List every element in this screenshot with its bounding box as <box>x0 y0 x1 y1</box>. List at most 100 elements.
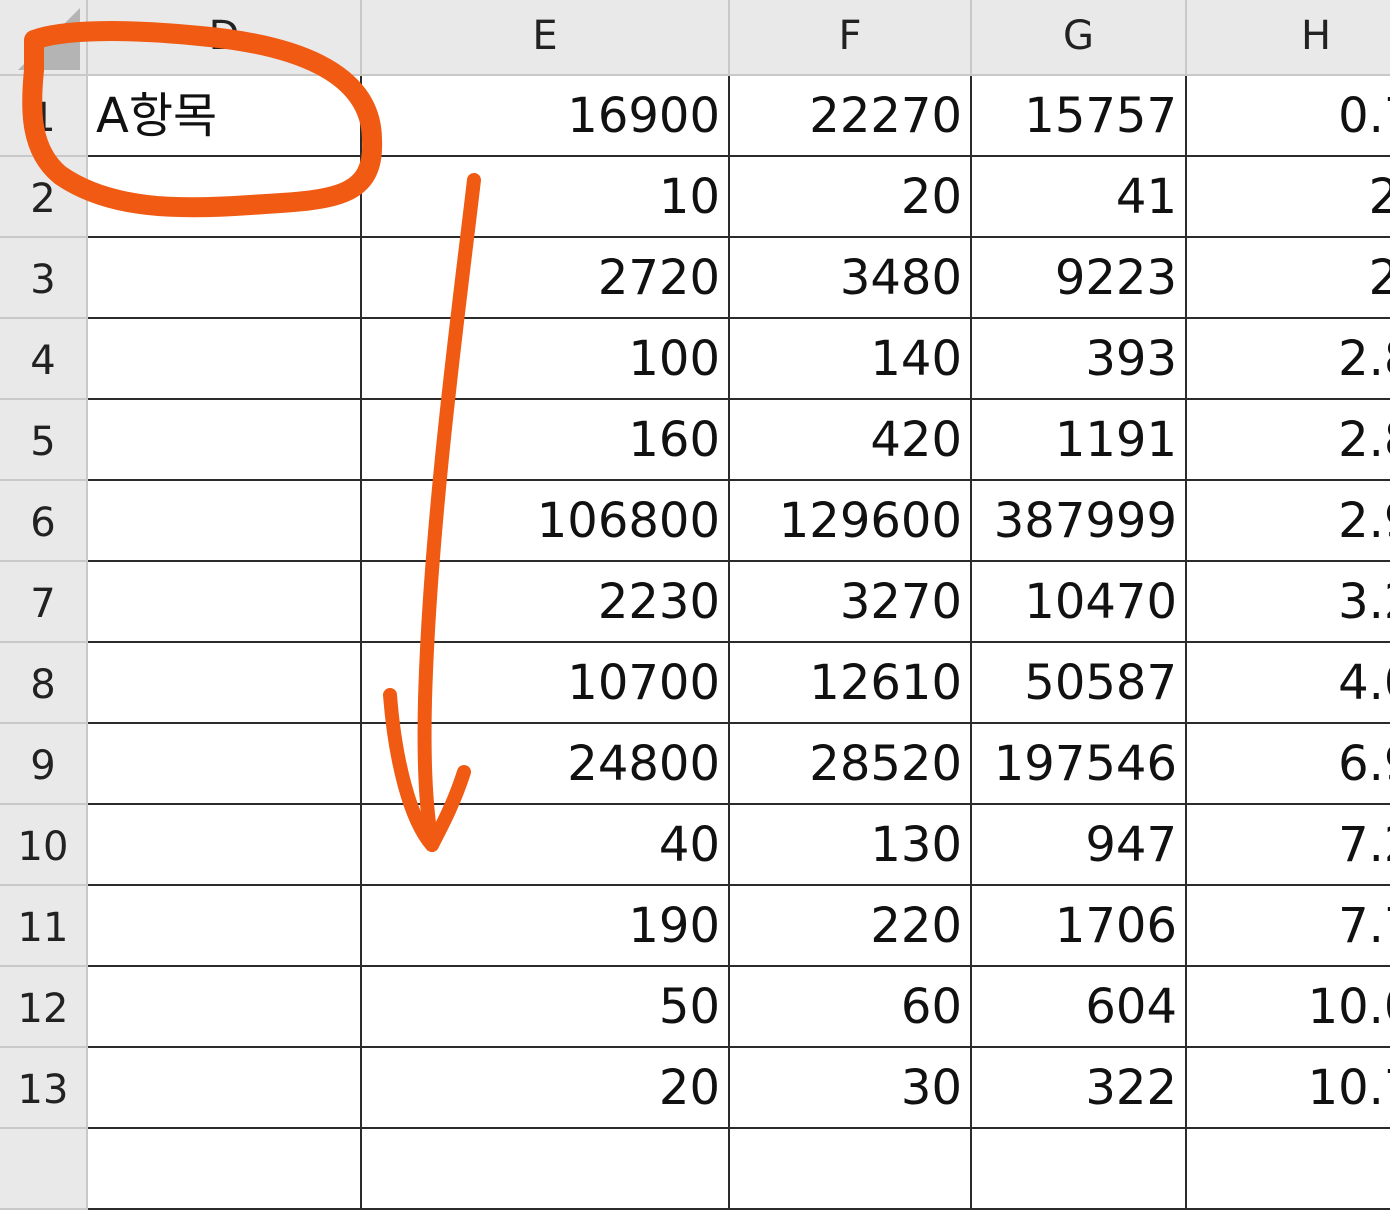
cell-g[interactable]: 322 <box>972 1048 1187 1129</box>
cell-g[interactable]: 1191 <box>972 400 1187 481</box>
cell-d[interactable] <box>88 643 362 724</box>
cell-d[interactable] <box>88 967 362 1048</box>
cell-h[interactable]: 10.06 <box>1187 967 1390 1048</box>
table-row: 13 203032210.73 <box>0 1048 1390 1129</box>
cell-d[interactable] <box>88 805 362 886</box>
cell-h[interactable]: 2.83 <box>1187 400 1390 481</box>
row-header[interactable]: 4 <box>0 319 88 400</box>
table-row: 7 22303270104703.20 <box>0 562 1390 643</box>
cell-h[interactable]: 10.73 <box>1187 1048 1390 1129</box>
table-row: 10 401309477.28 <box>0 805 1390 886</box>
cell-f[interactable]: 28520 <box>730 724 972 805</box>
cell-e[interactable]: 20 <box>362 1048 730 1129</box>
cell-f[interactable]: 420 <box>730 400 972 481</box>
table-row: 9 24800285201975466.92 <box>0 724 1390 805</box>
cell-g[interactable]: 15757 <box>972 76 1187 157</box>
cell-e[interactable]: 2720 <box>362 238 730 319</box>
table-row: 11 19022017067.75 <box>0 886 1390 967</box>
cell-e[interactable]: 10 <box>362 157 730 238</box>
table-row <box>0 1129 1390 1210</box>
cell-d[interactable]: A항목 <box>88 76 362 157</box>
cell-e[interactable]: 16900 <box>362 76 730 157</box>
cell-h[interactable]: 0.70 <box>1187 76 1390 157</box>
cell-d[interactable] <box>88 1129 362 1210</box>
cell-h[interactable]: 2.80 <box>1187 319 1390 400</box>
cell-h[interactable]: 2.6 <box>1187 238 1390 319</box>
cell-e[interactable]: 40 <box>362 805 730 886</box>
cell-e[interactable]: 160 <box>362 400 730 481</box>
cell-h[interactable] <box>1187 1129 1390 1210</box>
cell-e[interactable] <box>362 1129 730 1210</box>
cell-g[interactable]: 1706 <box>972 886 1187 967</box>
row-header[interactable]: 8 <box>0 643 88 724</box>
cell-e[interactable]: 100 <box>362 319 730 400</box>
row-header[interactable]: 3 <box>0 238 88 319</box>
cell-h[interactable]: 4.01 <box>1187 643 1390 724</box>
table-row: 4 1001403932.80 <box>0 319 1390 400</box>
cell-f[interactable]: 30 <box>730 1048 972 1129</box>
cell-d[interactable] <box>88 319 362 400</box>
cell-d[interactable] <box>88 481 362 562</box>
row-header[interactable]: 11 <box>0 886 88 967</box>
cell-d[interactable] <box>88 724 362 805</box>
cell-f[interactable]: 220 <box>730 886 972 967</box>
cell-f[interactable]: 140 <box>730 319 972 400</box>
cell-f[interactable]: 22270 <box>730 76 972 157</box>
cell-g[interactable]: 604 <box>972 967 1187 1048</box>
cell-f[interactable]: 129600 <box>730 481 972 562</box>
cell-d[interactable] <box>88 400 362 481</box>
column-header-h[interactable]: H <box>1187 0 1390 76</box>
cell-f[interactable]: 60 <box>730 967 972 1048</box>
cell-h[interactable]: 7.28 <box>1187 805 1390 886</box>
cell-e[interactable]: 2230 <box>362 562 730 643</box>
cell-h[interactable]: 6.92 <box>1187 724 1390 805</box>
cell-f[interactable]: 3480 <box>730 238 972 319</box>
column-header-d[interactable]: D <box>88 0 362 76</box>
row-header[interactable]: 12 <box>0 967 88 1048</box>
column-header-e[interactable]: E <box>362 0 730 76</box>
row-header[interactable]: 7 <box>0 562 88 643</box>
cell-g[interactable]: 387999 <box>972 481 1187 562</box>
cell-d[interactable] <box>88 1048 362 1129</box>
row-header[interactable]: 13 <box>0 1048 88 1129</box>
cell-e[interactable]: 10700 <box>362 643 730 724</box>
row-header[interactable] <box>0 1129 88 1210</box>
cell-f[interactable]: 130 <box>730 805 972 886</box>
cell-g[interactable]: 9223 <box>972 238 1187 319</box>
cell-h[interactable]: 3.20 <box>1187 562 1390 643</box>
cell-e[interactable]: 24800 <box>362 724 730 805</box>
row-header[interactable]: 9 <box>0 724 88 805</box>
column-header-g[interactable]: G <box>972 0 1187 76</box>
cell-f[interactable]: 3270 <box>730 562 972 643</box>
cell-g[interactable]: 50587 <box>972 643 1187 724</box>
table-row: 3 2720348092232.6 <box>0 238 1390 319</box>
cell-g[interactable]: 197546 <box>972 724 1187 805</box>
select-all-corner[interactable] <box>0 0 88 76</box>
cell-e[interactable]: 190 <box>362 886 730 967</box>
select-all-triangle-icon <box>18 8 80 70</box>
cell-g[interactable]: 947 <box>972 805 1187 886</box>
column-header-f[interactable]: F <box>730 0 972 76</box>
row-header[interactable]: 6 <box>0 481 88 562</box>
row-header[interactable]: 2 <box>0 157 88 238</box>
cell-d[interactable] <box>88 157 362 238</box>
cell-h[interactable]: 2.99 <box>1187 481 1390 562</box>
cell-e[interactable]: 106800 <box>362 481 730 562</box>
row-header[interactable]: 10 <box>0 805 88 886</box>
cell-e[interactable]: 50 <box>362 967 730 1048</box>
cell-g[interactable]: 393 <box>972 319 1187 400</box>
cell-d[interactable] <box>88 562 362 643</box>
cell-h[interactable]: 7.75 <box>1187 886 1390 967</box>
row-header[interactable]: 1 <box>0 76 88 157</box>
column-header-row: D E F G H <box>88 0 1390 76</box>
cell-f[interactable]: 12610 <box>730 643 972 724</box>
cell-f[interactable]: 20 <box>730 157 972 238</box>
row-header[interactable]: 5 <box>0 400 88 481</box>
cell-d[interactable] <box>88 886 362 967</box>
cell-f[interactable] <box>730 1129 972 1210</box>
cell-d[interactable] <box>88 238 362 319</box>
cell-h[interactable]: 2.0 <box>1187 157 1390 238</box>
cell-g[interactable]: 41 <box>972 157 1187 238</box>
cell-g[interactable]: 10470 <box>972 562 1187 643</box>
cell-g[interactable] <box>972 1129 1187 1210</box>
